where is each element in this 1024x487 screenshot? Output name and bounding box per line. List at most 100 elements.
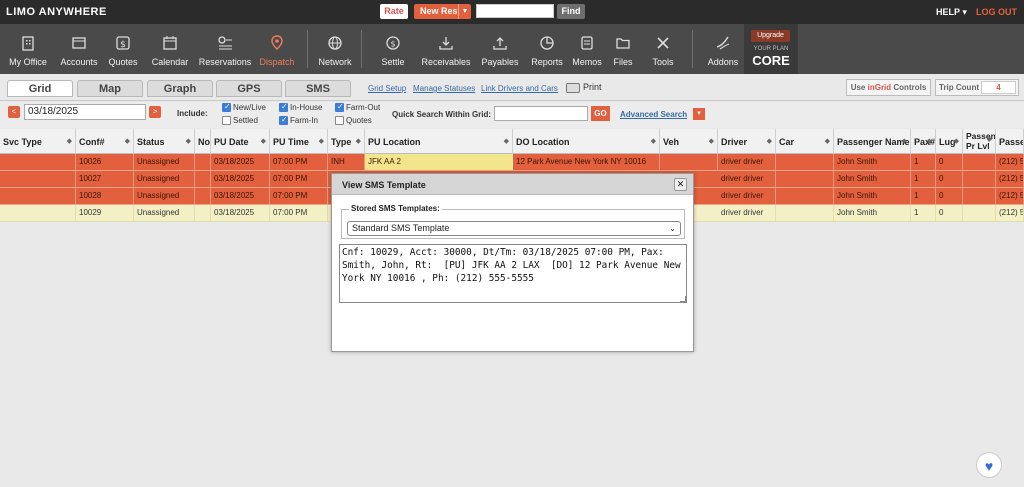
cell-driver[interactable]: driver driver [718, 171, 776, 187]
reservations-icon [218, 36, 232, 50]
prev-date-button[interactable]: < [8, 106, 20, 118]
checkbox-box[interactable] [222, 116, 231, 126]
nav-my-office[interactable]: My Office [0, 24, 56, 74]
checkbox-farm-out[interactable]: Farm-Out [335, 102, 380, 113]
cell-veh[interactable] [660, 154, 718, 170]
new-res-button[interactable]: New Res ▼ [414, 4, 471, 19]
cell-status[interactable]: Unassigned [134, 171, 195, 187]
print-button[interactable]: Print [566, 82, 602, 93]
nav-label: Reports [531, 57, 563, 67]
close-icon[interactable]: ✕ [674, 178, 687, 191]
cell-car[interactable] [776, 205, 834, 221]
tab-gps[interactable]: GPS [216, 80, 282, 97]
checkbox-in-house[interactable]: In-House [279, 102, 322, 113]
nav-reports[interactable]: Reports [526, 24, 568, 74]
col-driver[interactable]: Driver ◆ [718, 129, 776, 154]
top-search-input[interactable] [476, 4, 554, 18]
col-pu-location[interactable]: PU Location ◆ [365, 129, 513, 154]
nav-dispatch[interactable]: Dispatch [254, 24, 300, 74]
nav-addons[interactable]: Addons [702, 24, 744, 74]
col-pax[interactable]: Pax# ◆ [911, 129, 936, 154]
cell-conf[interactable]: 10026 [76, 154, 134, 170]
app-logo[interactable]: LIMO ANYWHERE [6, 6, 107, 18]
grid-setup-link[interactable]: Grid Setup [368, 84, 406, 93]
tab-map[interactable]: Map [77, 80, 143, 97]
col-type[interactable]: Type ◆ [328, 129, 365, 154]
cell-conf[interactable]: 10027 [76, 171, 134, 187]
tab-sms[interactable]: SMS [285, 80, 351, 97]
nav-label: Tools [652, 57, 674, 67]
cell-car[interactable] [776, 154, 834, 170]
col-car[interactable]: Car ◆ [776, 129, 834, 154]
nav-payables[interactable]: Payables [478, 24, 522, 74]
view-tabs: Grid Map Graph GPS SMS Grid Setup Manage… [0, 74, 1024, 101]
date-field[interactable]: 03/18/2025 [24, 104, 146, 120]
cell-driver[interactable]: driver driver [718, 205, 776, 221]
table-row[interactable]: 10026 Unassigned 03/18/2025 07:00 PM INH… [0, 154, 1024, 171]
link-drivers-cars-link[interactable]: Link Drivers and Cars [481, 84, 558, 93]
tab-graph[interactable]: Graph [147, 80, 213, 97]
cell-car[interactable] [776, 171, 834, 187]
nav-settle[interactable]: $ Settle [372, 24, 414, 74]
nav-quotes[interactable]: $ Quotes [102, 24, 144, 74]
cell-status[interactable]: Unassigned [134, 154, 195, 170]
chevron-down-icon[interactable]: ▾ [693, 108, 705, 120]
nav-files[interactable]: Files [606, 24, 640, 74]
rate-button[interactable]: Rate [380, 4, 408, 19]
heart-icon[interactable]: ♥ [976, 452, 1002, 478]
help-menu[interactable]: HELP ▾ [936, 7, 967, 18]
col-veh[interactable]: Veh ◆ [660, 129, 718, 154]
cell-conf[interactable]: 10029 [76, 205, 134, 221]
col-lug[interactable]: Lug ◆ [936, 129, 963, 154]
nav-reservations[interactable]: Reservations [196, 24, 254, 74]
col-conf[interactable]: Conf# ◆ [76, 129, 134, 154]
col-do-location[interactable]: DO Location ◆ [513, 129, 660, 154]
cell-status[interactable]: Unassigned [134, 205, 195, 221]
nav-accounts[interactable]: Accounts [56, 24, 102, 74]
col-status[interactable]: Status ◆ [134, 129, 195, 154]
cell-car[interactable] [776, 188, 834, 204]
nav-network[interactable]: Network [312, 24, 358, 74]
ingrid-controls-button[interactable]: Use inGrid Controls [846, 79, 931, 96]
cell-conf[interactable]: 10028 [76, 188, 134, 204]
manage-statuses-link[interactable]: Manage Statuses [413, 84, 475, 93]
nav-receivables[interactable]: Receivables [418, 24, 474, 74]
col-passenger-name[interactable]: Passenger Name ◆ [834, 129, 911, 154]
sms-message-textarea[interactable]: Cnf: 10029, Acct: 30000, Dt/Tm: 03/18/20… [339, 244, 687, 303]
checkbox-box[interactable] [335, 102, 344, 113]
cell-driver[interactable]: driver driver [718, 154, 776, 170]
nav-tools[interactable]: Tools [644, 24, 682, 74]
checkbox-box[interactable] [222, 102, 231, 113]
col-notes[interactable]: Notes [195, 129, 211, 154]
col-svc-type[interactable]: Svc Type ◆ [0, 129, 76, 154]
checkbox-quotes[interactable]: Quotes [335, 116, 372, 126]
template-select[interactable]: Standard SMS Template ⌄ [347, 221, 681, 236]
cell-notes [195, 171, 211, 187]
cell-status[interactable]: Unassigned [134, 188, 195, 204]
checkbox-box[interactable] [335, 116, 344, 126]
upgrade-button[interactable]: Upgrade [751, 30, 790, 42]
logout-link[interactable]: LOG OUT [976, 7, 1017, 17]
resize-handle-icon[interactable] [680, 296, 686, 302]
col-passenger-phone[interactable]: Passenger Phone [996, 129, 1024, 154]
col-passenger-pr-lvl[interactable]: Passenger Pr Lvl◆ [963, 129, 996, 154]
nav-calendar[interactable]: Calendar [144, 24, 196, 74]
checkbox-new-live[interactable]: New/Live [222, 102, 266, 113]
advanced-search-link[interactable]: Advanced Search [620, 110, 687, 119]
dialog-header[interactable]: View SMS Template ✕ [332, 174, 693, 195]
cell-driver[interactable]: driver driver [718, 188, 776, 204]
chevron-down-icon[interactable]: ▼ [458, 4, 471, 19]
quick-search-input[interactable] [494, 106, 588, 121]
checkbox-settled[interactable]: Settled [222, 116, 258, 126]
go-button[interactable]: GO [591, 106, 610, 121]
checkbox-farm-in[interactable]: Farm-In [279, 115, 318, 126]
nav-memos[interactable]: Memos [568, 24, 606, 74]
next-date-button[interactable]: > [149, 106, 161, 118]
find-button[interactable]: Find [557, 4, 585, 19]
tab-grid[interactable]: Grid [7, 80, 73, 97]
checkbox-box[interactable] [279, 102, 288, 113]
checkbox-box[interactable] [279, 115, 288, 126]
col-pu-time[interactable]: PU Time ◆ [270, 129, 328, 154]
svg-text:$: $ [390, 40, 395, 49]
col-pu-date[interactable]: PU Date ◆ [211, 129, 270, 154]
